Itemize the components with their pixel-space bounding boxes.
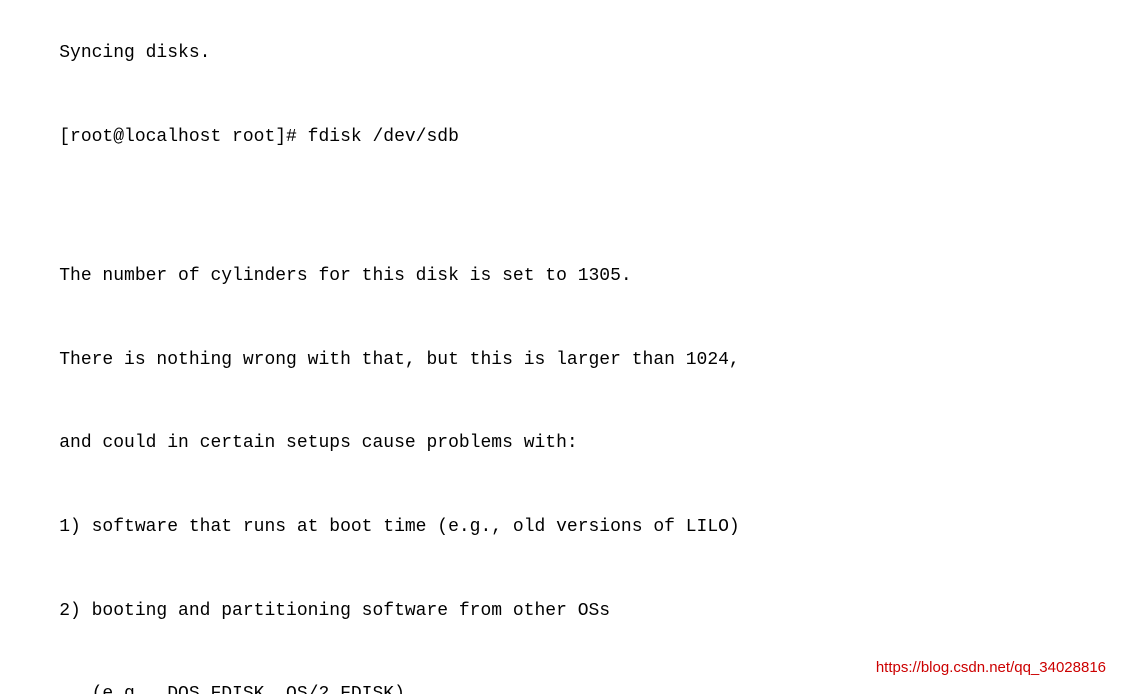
line-cylinders: The number of cylinders for this disk is… [59,266,632,286]
line-booting: 2) booting and partitioning software fro… [59,601,610,621]
line-could-in: and could in certain setups cause proble… [59,433,577,453]
line-fdisk-cmd: [root@localhost root]# fdisk /dev/sdb [59,127,459,147]
terminal-output: Syncing disks. [root@localhost root]# fd… [16,12,1106,694]
line-syncing: Syncing disks. [59,43,210,63]
line-dos-fdisk: (e.g., DOS FDISK, OS/2 FDISK) [59,684,405,694]
watermark: https://blog.csdn.net/qq_34028816 [876,659,1106,676]
terminal-window: Syncing disks. [root@localhost root]# fd… [0,0,1122,694]
line-nothing-wrong: There is nothing wrong with that, but th… [59,350,740,370]
line-software-boot: 1) software that runs at boot time (e.g.… [59,517,740,537]
